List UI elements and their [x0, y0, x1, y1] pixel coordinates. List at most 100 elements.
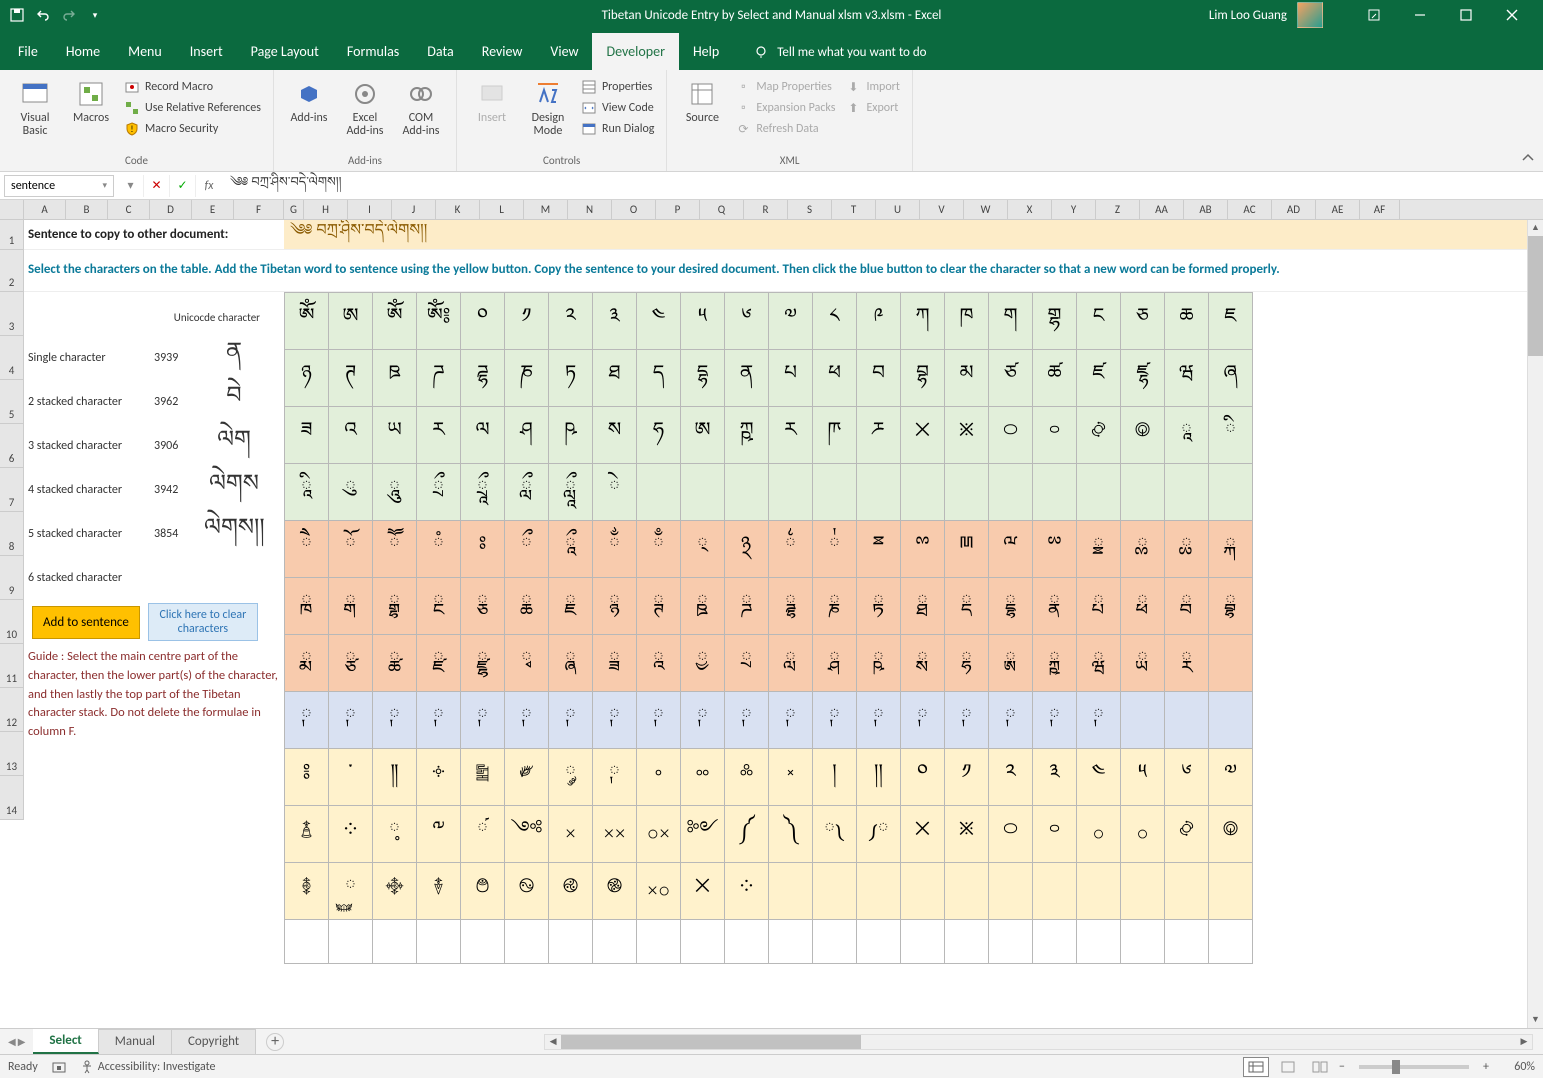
char-cell[interactable]: ྍ	[1077, 521, 1121, 578]
col-header-Y[interactable]: Y	[1052, 200, 1096, 219]
row-header-9[interactable]: 9	[0, 556, 24, 600]
char-cell[interactable]	[1165, 863, 1209, 920]
char-cell[interactable]: ྿	[945, 806, 989, 863]
col-header-L[interactable]: L	[480, 200, 524, 219]
char-cell[interactable]: ྎ	[1121, 521, 1165, 578]
char-cell[interactable]	[1209, 863, 1253, 920]
redo-icon[interactable]	[60, 6, 78, 24]
zoom-level[interactable]: 60%	[1495, 1060, 1535, 1074]
tab-menu[interactable]: Menu	[114, 33, 176, 70]
char-cell[interactable]	[1209, 692, 1253, 749]
char-cell[interactable]: ཌ	[417, 350, 461, 407]
char-cell[interactable]: ○	[1077, 806, 1121, 863]
hscroll-thumb[interactable]	[561, 1035, 861, 1049]
char-cell[interactable]: ༥	[1121, 749, 1165, 806]
char-cell[interactable]: ྐྵ	[1033, 635, 1077, 692]
char-cell[interactable]: ༧	[1209, 749, 1253, 806]
char-cell[interactable]: ྵ	[857, 635, 901, 692]
col-header-X[interactable]: X	[1008, 200, 1052, 219]
char-cell[interactable]: ྦྷ	[1209, 578, 1253, 635]
char-cell[interactable]: ཤ	[505, 407, 549, 464]
char-cell[interactable]: ྟ	[857, 578, 901, 635]
char-cell[interactable]: གྷ	[1033, 293, 1077, 350]
char-cell[interactable]: ྂ	[593, 521, 637, 578]
char-cell[interactable]: ༙	[373, 692, 417, 749]
scroll-down-icon[interactable]: ▼	[1528, 1012, 1543, 1028]
accept-formula-icon[interactable]: ✓	[170, 175, 196, 197]
tab-view[interactable]: View	[536, 33, 592, 70]
col-header-J[interactable]: J	[392, 200, 436, 219]
char-cell[interactable]	[857, 464, 901, 521]
char-cell[interactable]: ཨ	[681, 407, 725, 464]
collapse-ribbon-icon[interactable]	[1521, 151, 1535, 165]
char-cell[interactable]: ྏ	[1165, 521, 1209, 578]
char-cell[interactable]: ྜྷ	[769, 578, 813, 635]
char-cell[interactable]: ི	[1209, 407, 1253, 464]
char-cell[interactable]: ད	[637, 350, 681, 407]
char-cell[interactable]: ༙	[1033, 692, 1077, 749]
char-cell[interactable]	[417, 920, 461, 964]
char-cell[interactable]: ྒྷ	[373, 578, 417, 635]
char-cell[interactable]: ྌ	[1033, 521, 1077, 578]
col-header-S[interactable]: S	[788, 200, 832, 219]
char-cell[interactable]: ྲྀ	[417, 464, 461, 521]
char-cell[interactable]: ྰ	[637, 635, 681, 692]
char-cell[interactable]: ࿆	[329, 863, 373, 920]
com-addins-button[interactable]: COM Add-ins	[396, 74, 446, 152]
char-cell[interactable]: ཛ	[1077, 350, 1121, 407]
char-cell[interactable]: ན	[725, 350, 769, 407]
char-cell[interactable]: ྉ	[901, 521, 945, 578]
char-cell[interactable]: ྲ	[725, 635, 769, 692]
char-cell[interactable]: ༙	[285, 692, 329, 749]
char-cell[interactable]: ࿂	[1077, 407, 1121, 464]
char-cell[interactable]	[461, 920, 505, 964]
vscroll-thumb[interactable]	[1528, 236, 1543, 356]
char-cell[interactable]: ༶	[329, 806, 373, 863]
char-cell[interactable]: ࿃	[1121, 407, 1165, 464]
char-cell[interactable]	[285, 920, 329, 964]
sheet-nav[interactable]: ◀▶	[0, 1035, 33, 1048]
row-header-13[interactable]: 13	[0, 732, 24, 776]
tab-home[interactable]: Home	[52, 33, 114, 70]
zoom-slider[interactable]	[1359, 1065, 1469, 1069]
sheet-tab-copyright[interactable]: Copyright	[172, 1029, 256, 1054]
char-cell[interactable]: ཐ	[593, 350, 637, 407]
char-cell[interactable]: ༀ	[285, 293, 329, 350]
char-cell[interactable]: ཱ	[1165, 407, 1209, 464]
char-cell[interactable]	[681, 920, 725, 964]
char-cell[interactable]: ྾	[901, 806, 945, 863]
insert-control-button[interactable]: Insert	[467, 74, 517, 152]
ribbon-options-icon[interactable]	[1351, 0, 1397, 30]
char-cell[interactable]	[857, 863, 901, 920]
char-cell[interactable]	[857, 920, 901, 964]
row-header-6[interactable]: 6	[0, 424, 24, 468]
char-cell[interactable]: ༙	[945, 692, 989, 749]
char-cell[interactable]: ༙	[593, 749, 637, 806]
col-header-G[interactable]: G	[284, 200, 304, 219]
char-cell[interactable]: ཀ	[901, 293, 945, 350]
char-cell[interactable]: ཡ	[373, 407, 417, 464]
char-cell[interactable]: ༧	[769, 293, 813, 350]
char-cell[interactable]: ༿	[857, 806, 901, 863]
char-cell[interactable]: །།	[857, 749, 901, 806]
name-box[interactable]: sentence	[4, 175, 114, 197]
char-cell[interactable]	[549, 920, 593, 964]
char-cell[interactable]: འ	[329, 407, 373, 464]
char-cell[interactable]: ༠	[901, 749, 945, 806]
char-cell[interactable]	[1209, 635, 1253, 692]
char-cell[interactable]: ཏ	[549, 350, 593, 407]
char-cell[interactable]: ཱི	[285, 464, 329, 521]
char-cell[interactable]: ཪ	[769, 407, 813, 464]
col-header-F[interactable]: F	[234, 200, 284, 219]
char-cell[interactable]: ༖	[461, 749, 505, 806]
col-header-C[interactable]: C	[108, 200, 150, 219]
char-cell[interactable]: ༙	[901, 692, 945, 749]
macro-security-button[interactable]: !Macro Security	[122, 120, 263, 138]
char-cell[interactable]	[1209, 920, 1253, 964]
char-cell[interactable]: ༡	[505, 293, 549, 350]
char-cell[interactable]: ཎ	[505, 350, 549, 407]
maximize-icon[interactable]	[1443, 0, 1489, 30]
dropdown-icon[interactable]: ▾	[118, 175, 144, 197]
tab-formulas[interactable]: Formulas	[333, 33, 413, 70]
sheet-tab-select[interactable]: Select	[33, 1029, 98, 1054]
